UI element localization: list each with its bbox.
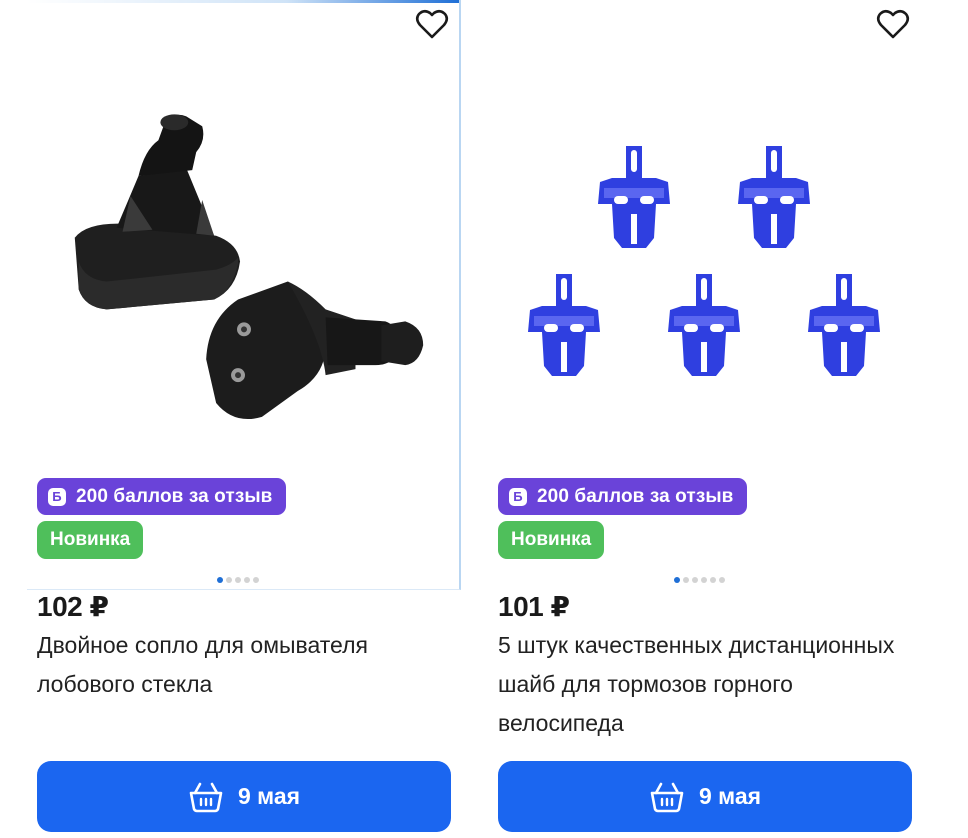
new-badge: Новинка (37, 521, 144, 559)
points-icon: Б (48, 487, 66, 506)
gallery-dot[interactable] (235, 577, 241, 583)
points-for-review-badge: Б 200 баллов за отзыв (37, 478, 287, 515)
gallery-dot[interactable] (253, 577, 259, 583)
points-badge-label: 200 баллов за отзыв (76, 485, 273, 507)
gallery-dot[interactable] (692, 577, 698, 583)
add-to-cart-button[interactable]: 9 мая (498, 761, 912, 832)
product-price: 101 ₽ (498, 591, 570, 622)
basket-icon (189, 782, 223, 812)
gallery-dot[interactable] (244, 577, 250, 583)
gallery-dot[interactable] (701, 577, 707, 583)
gallery-dots (674, 577, 725, 583)
heart-outline-icon[interactable] (414, 6, 450, 42)
delivery-date-label: 9 мая (698, 783, 762, 809)
points-icon: Б (509, 487, 527, 506)
gallery-dot[interactable] (683, 577, 689, 583)
gallery-dot[interactable] (217, 577, 223, 583)
points-badge-label: 200 баллов за отзыв (537, 485, 734, 507)
points-for-review-badge: Б 200 баллов за отзыв (498, 478, 748, 515)
product-image-area[interactable]: Б 200 баллов за отзыв Новинка (27, 0, 461, 590)
product-card[interactable]: Б 200 баллов за отзыв Новинка 101 ₽ 5 шт… (488, 0, 912, 838)
product-title[interactable]: Двойное сопло для омывателя лобового сте… (37, 626, 442, 704)
basket-icon (650, 782, 684, 812)
product-image-area[interactable]: Б 200 баллов за отзыв Новинка (488, 0, 922, 590)
gallery-dot[interactable] (226, 577, 232, 583)
gallery-dot[interactable] (710, 577, 716, 583)
gallery-dot[interactable] (674, 577, 680, 583)
delivery-date-label: 9 мая (237, 783, 301, 809)
new-badge: Новинка (498, 521, 605, 559)
add-to-cart-button[interactable]: 9 мая (37, 761, 451, 832)
product-card[interactable]: Б 200 баллов за отзыв Новинка 102 ₽ Двой… (27, 0, 461, 838)
heart-outline-icon[interactable] (875, 6, 911, 42)
product-price: 102 ₽ (37, 591, 109, 622)
gallery-dots (217, 577, 259, 583)
product-title[interactable]: 5 штук качественных дистанционных шайб д… (498, 626, 903, 743)
gallery-dot[interactable] (719, 577, 725, 583)
